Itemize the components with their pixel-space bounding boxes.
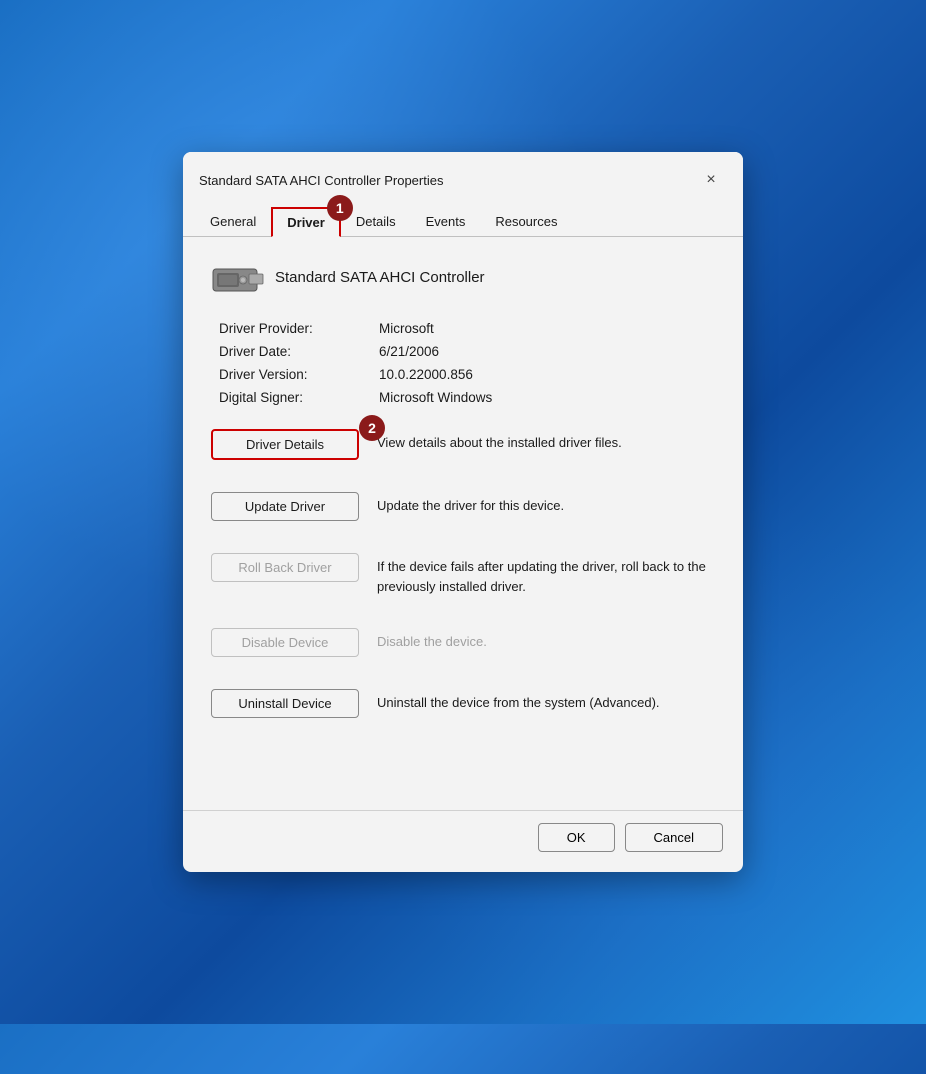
sata-icon-svg [211,261,265,297]
info-row-date: Driver Date: 6/21/2006 [219,344,715,359]
device-name-label: Standard SATA AHCI Controller [275,269,485,286]
label-provider: Driver Provider: [219,321,379,336]
label-version: Driver Version: [219,367,379,382]
label-signer: Digital Signer: [219,390,379,405]
tab-driver[interactable]: Driver 1 [271,207,341,237]
uninstall-device-button[interactable]: Uninstall Device [211,689,359,718]
cancel-button[interactable]: Cancel [625,823,723,852]
uninstall-device-desc: Uninstall the device from the system (Ad… [377,689,660,713]
action-row-driver-details: Driver Details 2 View details about the … [211,429,715,476]
title-bar: Standard SATA AHCI Controller Properties… [183,152,743,196]
action-row-update-driver: Update Driver Update the driver for this… [211,492,715,537]
step-badge-2: 2 [359,415,385,441]
tab-events[interactable]: Events [411,207,481,237]
tab-general[interactable]: General [195,207,271,237]
driver-details-button[interactable]: Driver Details [211,429,359,460]
device-header: Standard SATA AHCI Controller [211,261,715,293]
info-row-signer: Digital Signer: Microsoft Windows [219,390,715,405]
value-version: 10.0.22000.856 [379,367,473,382]
properties-dialog: Standard SATA AHCI Controller Properties… [183,152,743,872]
content-area: Standard SATA AHCI Controller Driver Pro… [183,237,743,810]
roll-back-driver-button: Roll Back Driver [211,553,359,582]
close-button[interactable]: × [695,164,727,196]
ok-button[interactable]: OK [538,823,615,852]
action-row-roll-back: Roll Back Driver If the device fails aft… [211,553,715,612]
action-row-disable-device: Disable Device Disable the device. [211,628,715,673]
dialog-title: Standard SATA AHCI Controller Properties [199,173,443,188]
roll-back-driver-desc: If the device fails after updating the d… [377,553,715,596]
disable-device-desc: Disable the device. [377,628,487,652]
label-date: Driver Date: [219,344,379,359]
disable-device-button: Disable Device [211,628,359,657]
update-driver-button[interactable]: Update Driver [211,492,359,521]
tab-resources[interactable]: Resources [480,207,572,237]
info-row-provider: Driver Provider: Microsoft [219,321,715,336]
dialog-footer: OK Cancel [183,810,743,872]
value-provider: Microsoft [379,321,434,336]
update-driver-desc: Update the driver for this device. [377,492,564,516]
step-badge-1: 1 [327,195,353,221]
action-row-uninstall-device: Uninstall Device Uninstall the device fr… [211,689,715,734]
info-row-version: Driver Version: 10.0.22000.856 [219,367,715,382]
device-icon [211,261,259,293]
driver-details-desc: View details about the installed driver … [377,429,622,453]
driver-info-table: Driver Provider: Microsoft Driver Date: … [219,321,715,405]
tabs-bar: General Driver 1 Details Events Resource… [183,200,743,237]
value-date: 6/21/2006 [379,344,439,359]
value-signer: Microsoft Windows [379,390,492,405]
